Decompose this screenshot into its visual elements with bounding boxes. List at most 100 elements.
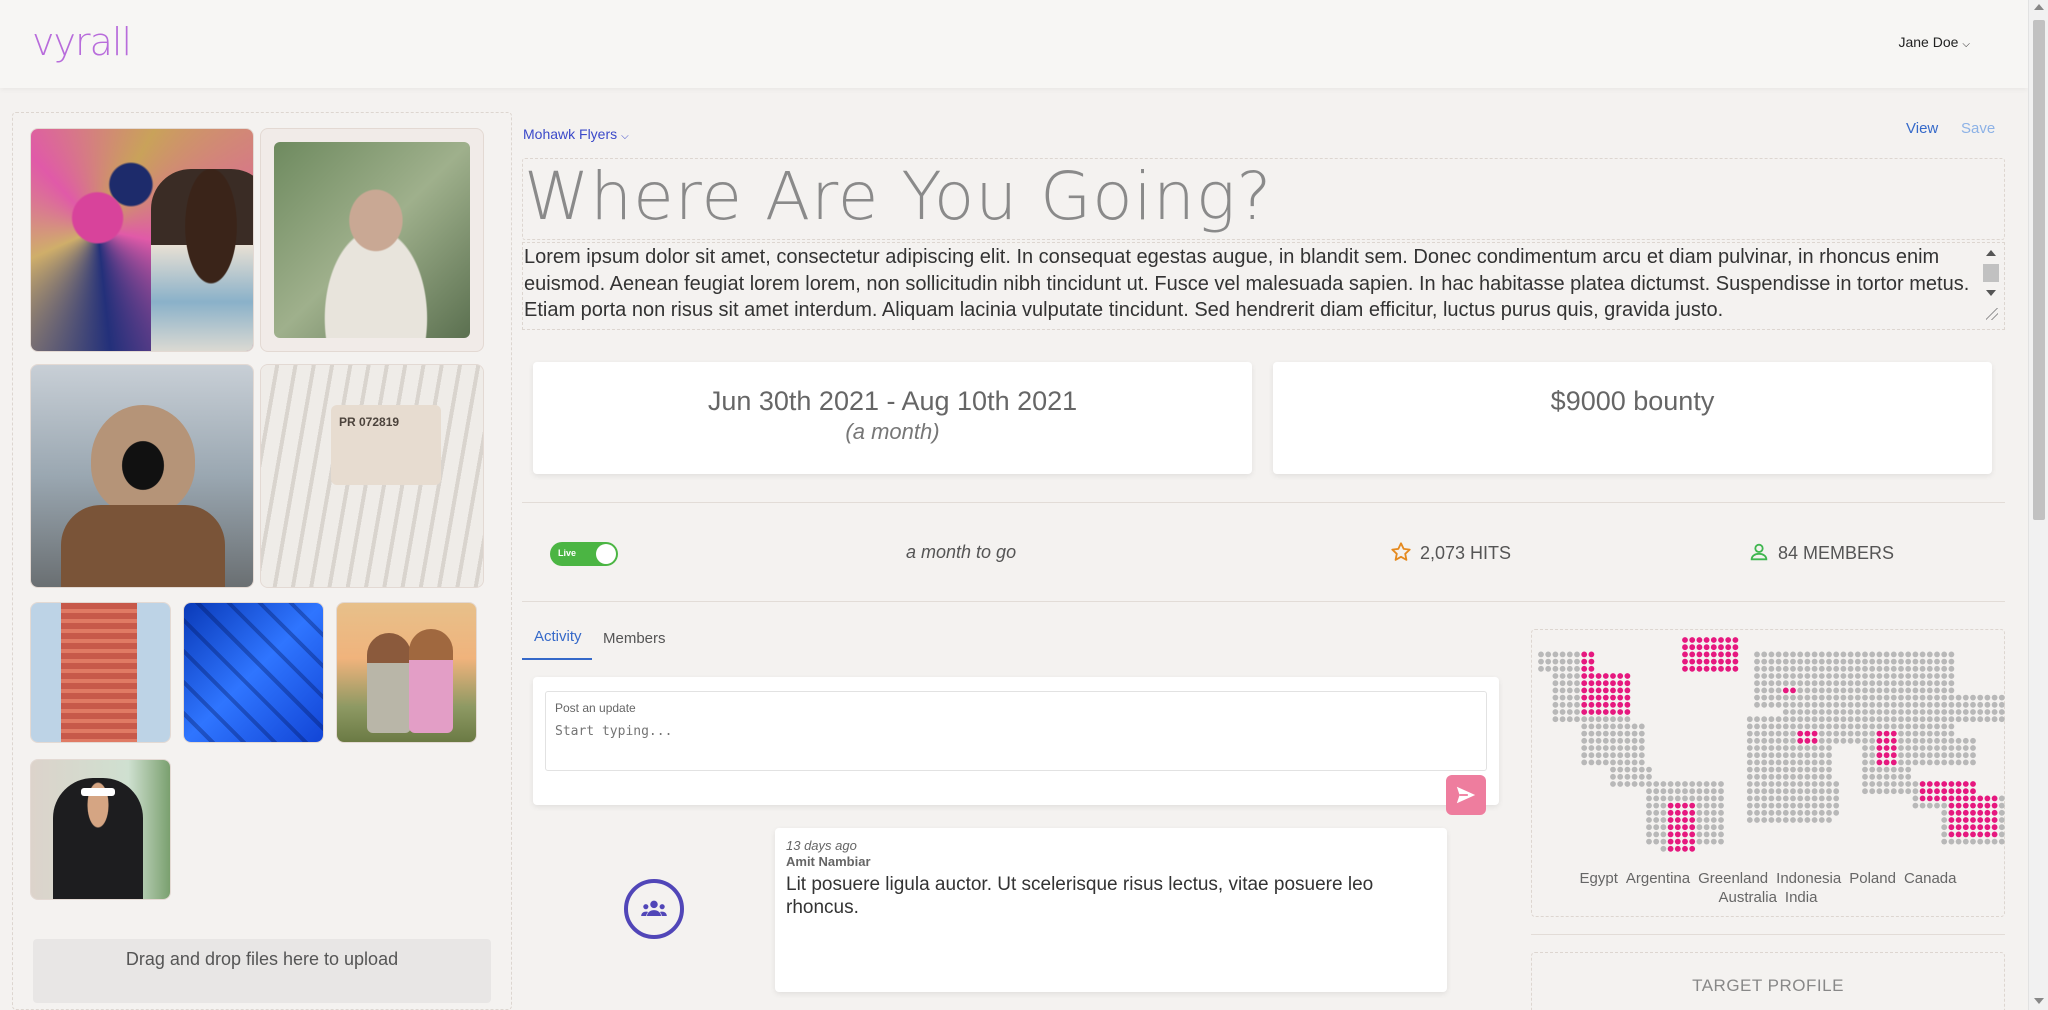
country-egypt[interactable]: Egypt — [1580, 870, 1618, 887]
country-indonesia[interactable]: Indonesia — [1776, 870, 1841, 887]
map-dot — [1775, 723, 1782, 730]
map-dot — [1826, 665, 1832, 672]
photo-blue-stairs[interactable] — [183, 602, 324, 743]
map-dot — [1869, 680, 1876, 687]
resize-grip-icon[interactable] — [1986, 308, 1998, 320]
map-dot — [1826, 673, 1832, 679]
feed-author[interactable]: Amit Nambiar — [786, 854, 871, 869]
map-dot — [1826, 802, 1832, 809]
map-dot — [1869, 658, 1876, 665]
page-scrollbar[interactable] — [2028, 0, 2048, 1010]
map-dot — [1710, 665, 1717, 672]
map-dot — [1768, 701, 1775, 708]
map-dot — [1660, 809, 1667, 816]
map-dot — [1962, 802, 1969, 809]
map-dot — [1754, 701, 1760, 708]
map-dot — [1703, 781, 1710, 787]
map-dot — [1538, 651, 1544, 658]
map-dot — [1811, 766, 1818, 773]
map-dot — [1552, 694, 1559, 701]
country-australia[interactable]: Australia — [1719, 889, 1777, 906]
map-dot — [1811, 781, 1818, 787]
description-scrollbar[interactable] — [1980, 244, 2002, 326]
map-dot — [1768, 723, 1775, 730]
send-button[interactable] — [1446, 775, 1486, 815]
map-dot — [1883, 651, 1890, 658]
scroll-thumb[interactable] — [1983, 264, 1999, 282]
map-dot — [1826, 752, 1832, 759]
scroll-down-icon[interactable] — [1986, 290, 1996, 296]
logo[interactable]: vyrall — [32, 20, 132, 64]
map-dot — [1754, 730, 1760, 737]
campaign-title[interactable]: Where Are You Going? — [524, 158, 1272, 235]
map-dot — [1725, 644, 1732, 651]
map-dot — [1941, 838, 1948, 845]
map-dot — [1977, 701, 1984, 708]
photo-building[interactable] — [30, 602, 171, 743]
map-dot — [1869, 709, 1876, 715]
map-dot — [1790, 809, 1796, 816]
post-update-input[interactable] — [555, 724, 1455, 739]
post-update-field[interactable]: Post an update — [545, 691, 1487, 771]
map-dot — [1818, 723, 1825, 730]
upload-dropzone[interactable]: Drag and drop files here to upload — [33, 939, 491, 1003]
map-dot — [1876, 773, 1883, 780]
map-dot — [1761, 752, 1768, 759]
map-dot — [1775, 680, 1782, 687]
photo-man-plants[interactable] — [260, 128, 484, 352]
map-dot — [1905, 665, 1912, 672]
photo-helmet-rider[interactable] — [30, 364, 254, 588]
map-dot — [1926, 730, 1933, 737]
photo-sneaker[interactable]: PR 072819 — [260, 364, 484, 588]
country-argentina[interactable]: Argentina — [1626, 870, 1690, 887]
user-menu[interactable]: Jane Doe ⌵ — [1898, 34, 1970, 50]
map-dot — [1595, 752, 1602, 759]
map-dot — [1862, 658, 1868, 665]
country-canada[interactable]: Canada — [1904, 870, 1957, 887]
map-dot — [1941, 730, 1948, 737]
map-dot — [1984, 824, 1991, 831]
scroll-up-icon[interactable] — [1986, 250, 1996, 256]
live-toggle[interactable]: Live — [550, 542, 618, 566]
map-dot — [1941, 709, 1948, 715]
map-dot — [1574, 658, 1580, 665]
map-dot — [1941, 802, 1948, 809]
scroll-up-icon[interactable] — [2034, 4, 2044, 10]
map-dot — [1998, 716, 2005, 723]
map-dot — [1854, 680, 1861, 687]
map-dot — [1581, 665, 1588, 672]
map-dot — [1761, 673, 1768, 679]
map-dot — [1926, 701, 1933, 708]
map-dot — [1890, 716, 1897, 723]
world-map[interactable] — [1533, 634, 2005, 852]
country-poland[interactable]: Poland — [1849, 870, 1896, 887]
tab-activity[interactable]: Activity — [534, 628, 582, 645]
date-range-card[interactable]: Jun 30th 2021 - Aug 10th 2021 (a month) — [533, 362, 1252, 474]
map-dot — [1638, 759, 1645, 766]
map-dot — [1811, 730, 1818, 737]
map-dot — [1970, 838, 1976, 845]
map-dot — [1768, 716, 1775, 723]
view-link[interactable]: View — [1906, 120, 1938, 137]
scroll-down-icon[interactable] — [2034, 998, 2044, 1004]
country-india[interactable]: India — [1785, 889, 1818, 906]
photo-two-women[interactable] — [336, 602, 477, 743]
map-dot — [1862, 737, 1868, 744]
map-dot — [1797, 687, 1804, 694]
map-dot — [1826, 766, 1832, 773]
country-greenland[interactable]: Greenland — [1698, 870, 1768, 887]
map-dot — [1905, 773, 1912, 780]
map-dot — [1746, 745, 1753, 751]
scroll-thumb[interactable] — [2033, 20, 2045, 520]
campaign-description[interactable]: Lorem ipsum dolor sit amet, consectetur … — [524, 244, 1979, 324]
save-link[interactable]: Save — [1961, 120, 1995, 137]
map-dot — [1768, 766, 1775, 773]
map-dot — [1617, 773, 1624, 780]
map-dot — [1912, 781, 1919, 787]
bounty-card[interactable]: $9000 bounty — [1273, 362, 1992, 474]
team-selector[interactable]: Mohawk Flyers ⌵ — [523, 126, 629, 142]
photo-woman-sunglasses[interactable] — [30, 759, 171, 900]
map-dot — [1948, 680, 1955, 687]
photo-basket[interactable] — [30, 128, 254, 352]
tab-members[interactable]: Members — [603, 630, 666, 647]
